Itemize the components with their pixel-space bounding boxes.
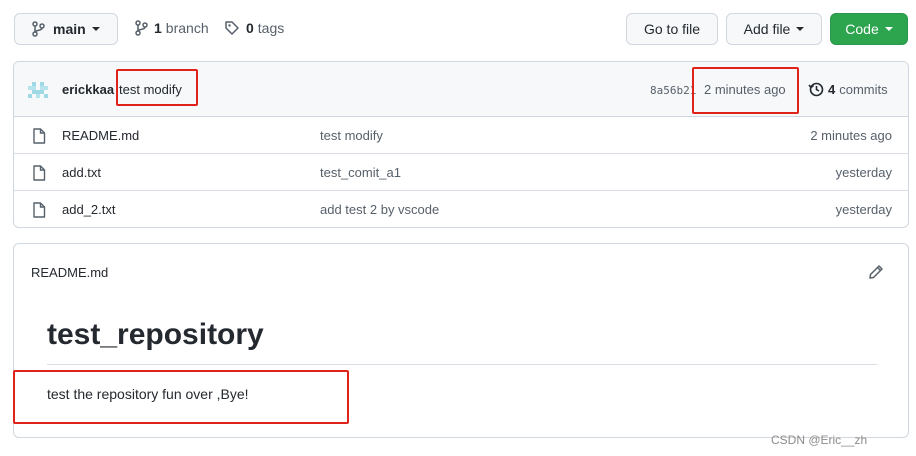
readme-title: test_repository (47, 318, 264, 351)
file-age: yesterday (835, 202, 892, 217)
file-commit-message[interactable]: test_comit_a1 (320, 165, 401, 180)
chevron-down-icon (91, 27, 100, 31)
readme-filename[interactable]: README.md (31, 265, 108, 280)
add-file-label: Add file (743, 21, 791, 37)
file-commit-message[interactable]: add test 2 by vscode (320, 202, 439, 217)
branch-word: branch (165, 20, 209, 36)
chevron-down-icon (796, 27, 805, 31)
chevron-down-icon (884, 27, 893, 31)
file-name[interactable]: add.txt (62, 165, 101, 180)
readme-divider (47, 364, 877, 365)
file-row[interactable]: add_2.txt add test 2 by vscode yesterday (14, 191, 908, 227)
file-row[interactable]: add.txt test_comit_a1 yesterday (14, 154, 908, 191)
commit-author[interactable]: erickkaa (62, 82, 114, 97)
file-age: 2 minutes ago (810, 128, 892, 143)
annotation-box-commit-time (692, 67, 799, 114)
file-age: yesterday (835, 165, 892, 180)
branch-count: 1 (154, 20, 162, 36)
tag-icon (225, 21, 239, 35)
file-row[interactable]: README.md test modify 2 minutes ago (14, 117, 908, 154)
file-icon (33, 202, 46, 218)
file-commit-message[interactable]: test modify (320, 128, 383, 143)
commits-word: commits (839, 81, 888, 97)
code-label: Code (845, 21, 879, 37)
go-to-file-button[interactable]: Go to file (626, 13, 718, 45)
avatar[interactable] (28, 80, 48, 100)
annotation-box-commit-message (116, 69, 198, 106)
history-icon (808, 82, 824, 97)
code-button[interactable]: Code (830, 13, 908, 45)
add-file-button[interactable]: Add file (726, 13, 822, 45)
commits-count: 4 (828, 81, 836, 97)
git-branch-icon (135, 20, 148, 36)
go-to-file-label: Go to file (643, 21, 701, 37)
pencil-icon[interactable] (868, 264, 884, 280)
branches-link[interactable]: 1 branch (134, 20, 209, 36)
tags-link[interactable]: 0 tags (224, 20, 284, 36)
file-icon (33, 128, 46, 144)
git-branch-icon (32, 21, 45, 37)
commits-history-link[interactable]: 4 commits (808, 81, 888, 97)
commit-sha[interactable]: 8a56b21 (650, 84, 696, 97)
branch-selector-button[interactable]: main (14, 13, 118, 45)
file-name[interactable]: README.md (62, 128, 139, 143)
tag-word: tags (257, 20, 285, 36)
annotation-box-readme-body (13, 370, 349, 424)
tag-count: 0 (246, 20, 254, 36)
file-icon (33, 165, 46, 181)
file-name[interactable]: add_2.txt (62, 202, 116, 217)
watermark: CSDN @Eric__zh (771, 433, 868, 447)
branch-selector-label: main (53, 21, 86, 37)
